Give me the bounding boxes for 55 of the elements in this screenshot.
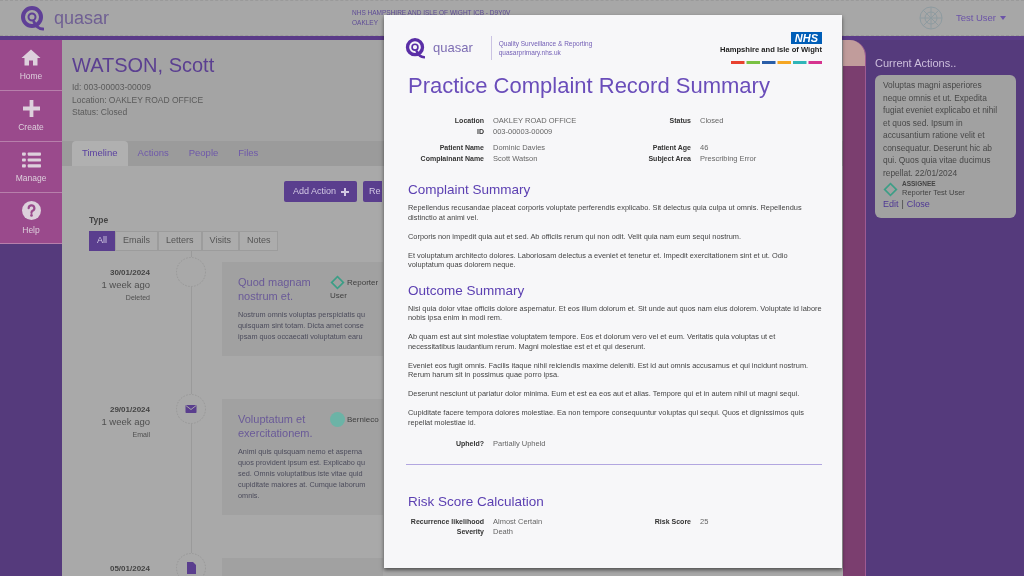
section-heading: Outcome Summary: [408, 281, 526, 299]
diamond-icon: [330, 275, 345, 290]
sidebar-item[interactable]: Manage: [0, 142, 62, 193]
sidebar-item[interactable]: Help: [0, 193, 62, 244]
filter-option[interactable]: All: [89, 231, 115, 251]
action-link[interactable]: Close: [906, 198, 930, 210]
crest-icon: [918, 6, 943, 30]
entry-title: Voluptatum et exercitationem.: [238, 412, 314, 440]
filter-option[interactable]: Emails: [115, 231, 159, 251]
logo-icon: [405, 37, 425, 59]
document-title: Practice Complaint Record Summary: [408, 72, 771, 100]
entry-age: 1 week ago: [101, 278, 150, 291]
person-name: User: [330, 290, 347, 302]
filter-option[interactable]: Visits: [201, 231, 239, 251]
record-detail: Id: 003-00003-00009: [72, 81, 151, 94]
section-heading: Risk Score Calculation: [408, 492, 545, 510]
section-heading: Complaint Summary: [408, 181, 532, 198]
filter-label: Type: [89, 215, 109, 225]
panel-heading: Current Actions..: [875, 56, 957, 70]
nhs-logo: NHS: [790, 32, 822, 44]
tab[interactable]: Files: [228, 141, 269, 166]
filter-option[interactable]: Notes: [238, 231, 279, 251]
person-name: Reporter: [347, 276, 379, 289]
add-action-button[interactable]: Add Action: [284, 181, 358, 202]
plus-icon: [22, 100, 40, 117]
record-title: WATSON, Scott: [72, 53, 215, 77]
entry-title: Quod magnam nostrum et.: [238, 275, 312, 303]
home-icon: [21, 49, 41, 66]
link-separator: |: [901, 198, 904, 210]
help-icon: [21, 201, 41, 220]
tab[interactable]: Timeline: [72, 141, 128, 166]
entry-date: 05/01/2024: [109, 563, 150, 574]
brand-name: quasar: [433, 40, 473, 56]
tab[interactable]: Actions: [127, 141, 179, 166]
sidebar-item[interactable]: Home: [0, 40, 62, 91]
action-button[interactable]: Re: [363, 181, 382, 202]
app-name: quasar: [54, 8, 110, 28]
list-icon: [21, 151, 41, 168]
record-detail: Location: OAKLEY ROAD OFFICE: [72, 93, 204, 106]
tab[interactable]: People: [178, 141, 229, 166]
record-detail: Status: Closed: [72, 106, 128, 119]
filter-option[interactable]: Letters: [158, 231, 202, 251]
plus-icon: [341, 187, 350, 196]
avatar-icon: [330, 412, 345, 427]
person-name: Bernieco: [347, 413, 379, 426]
action-text: Voluptas magni asperiores neque omnis et ut. Expedita fugiat eveniet explicabo et nihil et quos sed. Ipsum in accusantium ratione velit et consequatur. Deserunt hic ab qui. Quos quia vitae ducimus repellat. 22/01/2024: [883, 79, 999, 179]
caret-icon: [1000, 16, 1006, 20]
diamond-icon: [883, 181, 898, 197]
action-link[interactable]: Edit: [883, 198, 899, 210]
sidebar-item[interactable]: Create: [0, 91, 62, 142]
user-menu[interactable]: Test User: [955, 10, 1006, 26]
entry-date: 29/01/2024: [109, 404, 150, 415]
entry-age: 1 week ago: [101, 415, 150, 428]
logo-icon: [20, 5, 44, 31]
entry-date: 30/01/2024: [109, 267, 150, 278]
